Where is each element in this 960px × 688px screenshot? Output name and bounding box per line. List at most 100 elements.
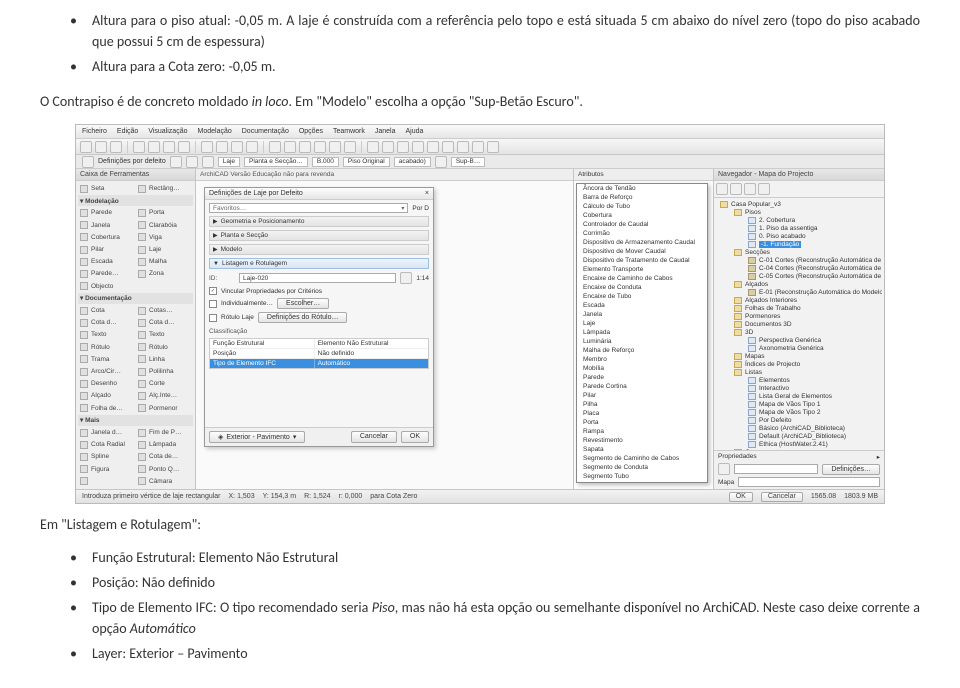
- toolbar-button[interactable]: [80, 141, 92, 153]
- info-chip-laje[interactable]: Laje: [218, 157, 240, 167]
- canvas-body[interactable]: Definições de Laje por Defeito × Favorit…: [196, 181, 573, 489]
- toolbar-button[interactable]: [148, 141, 160, 153]
- tree-node[interactable]: Alçados: [734, 280, 882, 288]
- menu-item[interactable]: Teamwork: [333, 128, 365, 135]
- dropdown-item[interactable]: Lâmpada: [577, 328, 707, 337]
- dropdown-item[interactable]: Cobertura: [577, 211, 707, 220]
- nav-tab-icon[interactable]: [744, 183, 756, 195]
- dropdown-item[interactable]: Encaixe de Tubo: [577, 292, 707, 301]
- dropdown-item[interactable]: Encaixe de Caminho de Cabos: [577, 274, 707, 283]
- tool-item[interactable]: Alçado: [78, 390, 135, 401]
- dropdown-item[interactable]: Placa: [577, 409, 707, 418]
- tree-node[interactable]: Ethica (HostWater.2.41): [748, 440, 882, 448]
- menu-item[interactable]: Opções: [299, 128, 323, 135]
- cancel-button[interactable]: Cancelar: [351, 431, 397, 443]
- info-icon[interactable]: [82, 156, 94, 168]
- tool-item[interactable]: Viga: [136, 232, 193, 243]
- cls-row-selected[interactable]: Tipo de Elemento IFCAutomático: [210, 359, 428, 368]
- tool-item[interactable]: Rectâng…: [136, 183, 193, 194]
- tool-item[interactable]: Clarabóia: [136, 220, 193, 231]
- prop-input[interactable]: [734, 464, 818, 474]
- close-icon[interactable]: ×: [425, 190, 429, 197]
- info-chip[interactable]: acabado): [394, 157, 431, 167]
- tool-item[interactable]: Malha: [136, 256, 193, 267]
- section-listing[interactable]: ▼Listagem e Rotulagem: [209, 258, 429, 269]
- geom-method-icon[interactable]: [202, 156, 214, 168]
- toolbar-button[interactable]: [314, 141, 326, 153]
- tree-node[interactable]: -1. Fundação: [748, 240, 882, 248]
- status-cancel-button[interactable]: Cancelar: [761, 492, 803, 502]
- tree-node[interactable]: Elementos: [748, 376, 882, 384]
- info-chip[interactable]: B.000: [312, 157, 339, 167]
- tree-node[interactable]: Folhas de Trabalho: [734, 304, 882, 312]
- stepper-icon[interactable]: [400, 272, 412, 284]
- dropdown-item[interactable]: Segmento de Conduta: [577, 463, 707, 472]
- dropdown-item[interactable]: Pilar: [577, 391, 707, 400]
- ifc-type-dropdown[interactable]: Âncora de TendãoBarra de ReforçoCálculo …: [576, 183, 708, 483]
- toolbar-button[interactable]: [457, 141, 469, 153]
- geom-method-icon[interactable]: [186, 156, 198, 168]
- tool-item[interactable]: Objecto: [78, 281, 135, 292]
- menu-item[interactable]: Edição: [117, 128, 138, 135]
- tool-item[interactable]: Rótulo: [78, 342, 135, 353]
- tool-item[interactable]: Cota Radial: [78, 439, 135, 450]
- cls-row[interactable]: PosiçãoNão definido: [210, 349, 428, 359]
- menu-item[interactable]: Documentação: [242, 128, 289, 135]
- tool-item[interactable]: Porta: [136, 207, 193, 218]
- tool-item[interactable]: Lâmpada: [136, 439, 193, 450]
- toolbar-button[interactable]: [412, 141, 424, 153]
- tree-node[interactable]: C-05 Cortes (Reconstrução Automática de …: [748, 272, 882, 280]
- section-geometry[interactable]: ▶Geometria e Posicionamento: [209, 216, 429, 227]
- dropdown-item[interactable]: Janela: [577, 310, 707, 319]
- toolbar-button[interactable]: [382, 141, 394, 153]
- choose-button[interactable]: Escolher…: [277, 298, 329, 309]
- toolbar-button[interactable]: [329, 141, 341, 153]
- tree-node[interactable]: Perspectiva Genérica: [748, 336, 882, 344]
- tool-item[interactable]: Cota d…: [136, 317, 193, 328]
- favorites-combo[interactable]: Favoritos…: [209, 203, 408, 213]
- tree-node[interactable]: E-01 (Reconstrução Automática do Modelo): [748, 288, 882, 296]
- info-chip[interactable]: Piso Original: [343, 157, 390, 167]
- tool-item[interactable]: Folha de…: [78, 403, 135, 414]
- dropdown-item[interactable]: Porta: [577, 418, 707, 427]
- tool-item[interactable]: Seta: [78, 183, 135, 194]
- toolbar-button[interactable]: [163, 141, 175, 153]
- tool-item[interactable]: Spline: [78, 451, 135, 462]
- tree-node[interactable]: Default (ArchiCAD_Biblioteca): [748, 432, 882, 440]
- tree-node[interactable]: Mapas: [734, 352, 882, 360]
- layer-combo[interactable]: ◈ Exterior - Pavimento ▾: [209, 431, 305, 443]
- dropdown-item[interactable]: Membro: [577, 355, 707, 364]
- dropdown-item[interactable]: Rampa: [577, 427, 707, 436]
- toolbar-button[interactable]: [246, 141, 258, 153]
- toolbar-button[interactable]: [133, 141, 145, 153]
- definitions-button[interactable]: Definições…: [822, 464, 880, 475]
- dropdown-item[interactable]: Laje: [577, 319, 707, 328]
- tree-node[interactable]: 2. Cobertura: [748, 216, 882, 224]
- dropdown-item[interactable]: Elemento Transporte: [577, 265, 707, 274]
- toolbar-button[interactable]: [95, 141, 107, 153]
- navigator-tree[interactable]: Casa Popular_v3Pisos2. Cobertura1. Piso …: [714, 198, 884, 450]
- tool-item[interactable]: Fim de P…: [136, 427, 193, 438]
- toolbar-button[interactable]: [487, 141, 499, 153]
- dropdown-item[interactable]: Malha de Reforço: [577, 346, 707, 355]
- dropdown-item[interactable]: Luminária: [577, 337, 707, 346]
- dropdown-item[interactable]: Revestimento: [577, 436, 707, 445]
- tool-item[interactable]: Parede: [78, 207, 135, 218]
- dropdown-item[interactable]: Dispositivo de Tratamento de Caudal: [577, 256, 707, 265]
- tree-node[interactable]: Documentos 3D: [734, 320, 882, 328]
- mapa-input[interactable]: [738, 477, 880, 487]
- nav-tab-icon[interactable]: [758, 183, 770, 195]
- nav-tab-icon[interactable]: [716, 183, 728, 195]
- tool-item[interactable]: Figura: [78, 464, 135, 475]
- toolbar-button[interactable]: [201, 141, 213, 153]
- toolbar-button[interactable]: [397, 141, 409, 153]
- dropdown-item[interactable]: Sapata: [577, 445, 707, 454]
- tree-node[interactable]: Pisos: [734, 208, 882, 216]
- dropdown-item[interactable]: Controlador de Caudal: [577, 220, 707, 229]
- tree-node[interactable]: Interactivo: [748, 384, 882, 392]
- checkbox[interactable]: ✓: [209, 287, 217, 295]
- tool-item[interactable]: Câmara: [136, 476, 193, 487]
- tool-item[interactable]: Cota d…: [78, 317, 135, 328]
- toolbar-button[interactable]: [442, 141, 454, 153]
- nav-tab-icon[interactable]: [730, 183, 742, 195]
